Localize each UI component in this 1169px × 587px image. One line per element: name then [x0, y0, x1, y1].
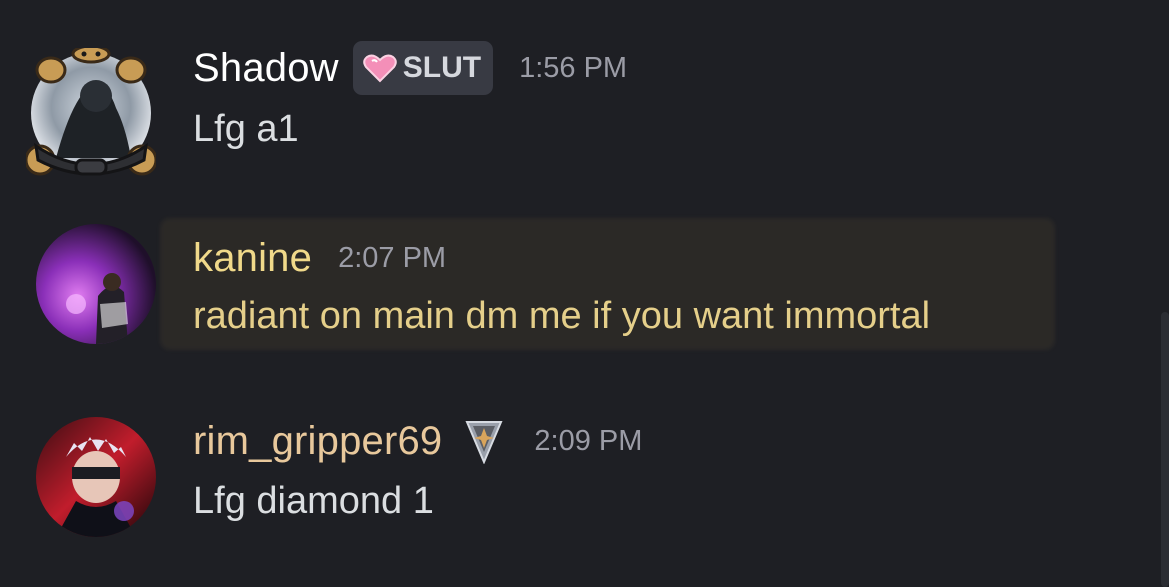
avatar[interactable]	[36, 224, 156, 344]
message-content: Lfg diamond 1	[193, 480, 434, 522]
avatar-image	[36, 417, 156, 537]
avatar-bear-decoration-icon	[24, 44, 158, 176]
message-content: radiant on main dm me if you want immort…	[193, 295, 931, 337]
message-timestamp: 1:56 PM	[519, 51, 628, 84]
message-content: Lfg a1	[193, 108, 299, 150]
server-tag[interactable]: SLUT	[352, 41, 494, 95]
username[interactable]: kanine	[193, 236, 312, 281]
diamond-rank-icon	[464, 418, 504, 464]
avatar[interactable]	[24, 44, 158, 178]
server-tag-label: SLUT	[402, 51, 482, 84]
username[interactable]: Shadow	[193, 46, 339, 91]
username[interactable]: rim_gripper69	[193, 419, 442, 464]
avatar[interactable]	[36, 417, 156, 537]
message-timestamp: 2:09 PM	[534, 424, 643, 457]
message-item[interactable]: Shadow SLUT 1:56 PM Lfg a1	[0, 0, 1169, 190]
message-item[interactable]: rim_gripper69 2:09 PM Lfg diamond 1	[0, 400, 1169, 570]
pink-heart-icon	[363, 54, 397, 83]
chat-messages: Shadow SLUT 1:56 PM Lfg a1 kanine 2:07 P…	[0, 0, 1169, 587]
scrollbar[interactable]	[1161, 312, 1169, 587]
avatar-image	[36, 224, 156, 344]
message-item[interactable]: kanine 2:07 PM radiant on main dm me if …	[0, 200, 1169, 360]
message-timestamp: 2:07 PM	[338, 241, 447, 274]
